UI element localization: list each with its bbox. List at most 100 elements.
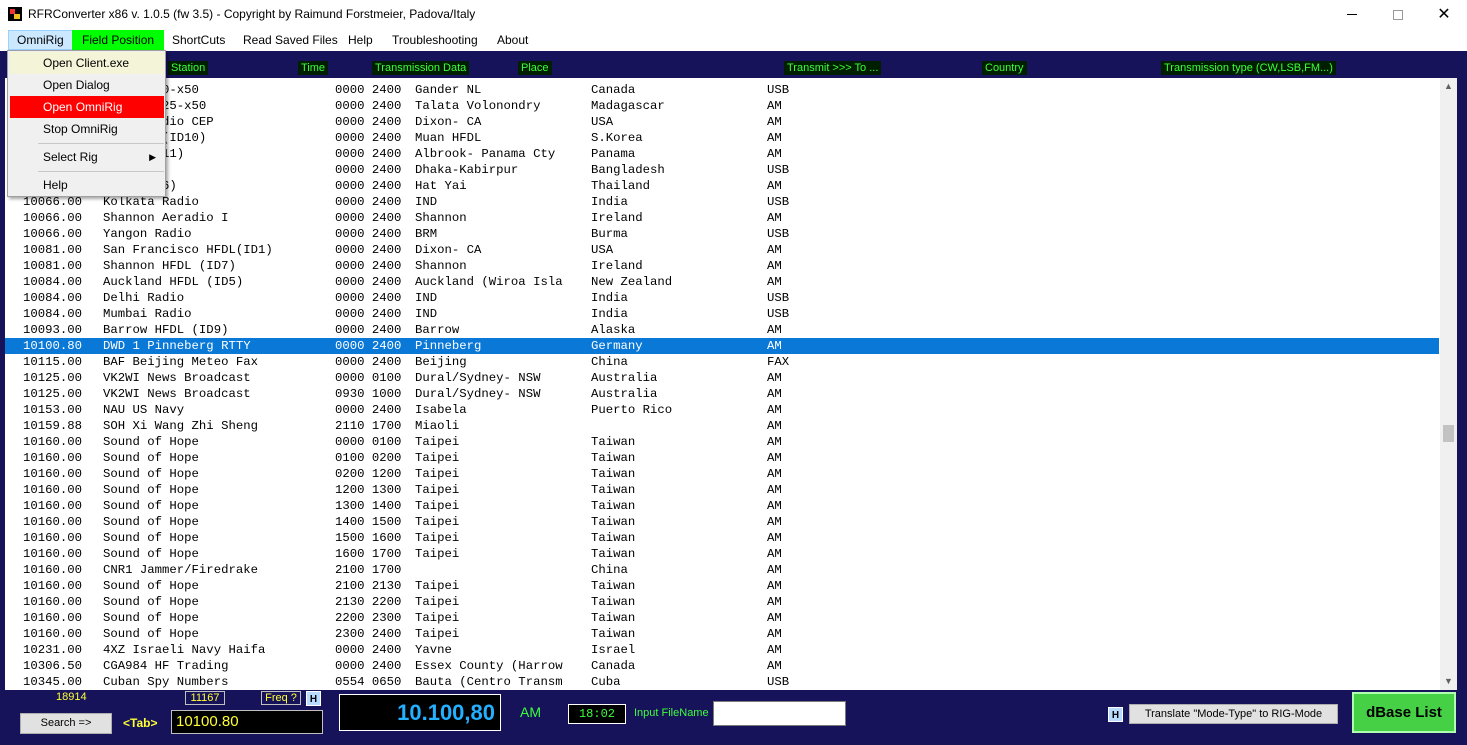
- table-row[interactable]: 10160.00 Sound of Hope 1300 1400 Taipei Taiw…: [5, 498, 1439, 514]
- frequency-display: 10.100,80: [339, 694, 501, 731]
- table-row[interactable]: 10066.00 Yangon Radio 0000 2400 BRM Burma USB: [5, 226, 1439, 242]
- scroll-down-icon[interactable]: ▼: [1440, 673, 1457, 690]
- minimize-button[interactable]: [1329, 0, 1375, 29]
- header-transmit-to[interactable]: Transmit >>> To ...: [784, 61, 882, 75]
- menu-read-saved-files[interactable]: Read Saved Files: [235, 30, 346, 50]
- menu-shortcuts[interactable]: ShortCuts: [164, 30, 233, 50]
- table-row[interactable]: 10160.00 Sound of Hope 2130 2200 Taipei Taiw…: [5, 594, 1439, 610]
- table-row[interactable]: 10084.00 Mumbai Radio 0000 2400 IND India USB: [5, 306, 1439, 322]
- title-bar: RFRConverter x86 v. 1.0.5 (fw 3.5) - Cop…: [0, 0, 1467, 29]
- table-row[interactable]: 10066.00 Shannon Aeradio I 0000 2400 Shanno…: [5, 210, 1439, 226]
- table-row[interactable]: 10160.00 Sound of Hope 1200 1300 Taipei Taiw…: [5, 482, 1439, 498]
- menu-stop-omnirig[interactable]: Stop OmniRig: [10, 118, 164, 140]
- h-button-left[interactable]: H: [306, 691, 321, 706]
- table-row[interactable]: 10345.00 Cuban Spy Numbers 0554 0650 Bauta …: [5, 674, 1439, 690]
- cell-mode: AM: [767, 563, 782, 577]
- vertical-scrollbar[interactable]: ▲ ▼: [1440, 78, 1457, 690]
- cell-freq: 10066.00: [23, 211, 83, 225]
- cell-station: Sound of Hope: [103, 483, 199, 497]
- maximize-icon: [1393, 9, 1403, 20]
- table-row[interactable]: 10125.00 VK2WI News Broadcast 0930 1000 Dur…: [5, 386, 1439, 402]
- header-transmission-data[interactable]: Transmission Data: [372, 61, 470, 75]
- table-row[interactable]: 10160.00 Sound of Hope 1500 1600 Taipei Taiw…: [5, 530, 1439, 546]
- table-row[interactable]: 10115.00 BAF Beijing Meteo Fax 0000 2400 Be…: [5, 354, 1439, 370]
- menu-select-rig[interactable]: Select Rig ▶: [10, 146, 164, 168]
- header-place[interactable]: Place: [518, 61, 552, 75]
- cell-station: BAF Beijing Meteo Fax: [103, 355, 258, 369]
- cell-country: Taiwan: [591, 627, 636, 641]
- table-row[interactable]: 10100.80 DWD 1 Pinneberg RTTY 0000 2400 Pin…: [5, 338, 1439, 354]
- table-row[interactable]: HFDL (ID11)0000 2400Albrook- Panama CtyP…: [5, 146, 1439, 162]
- table-row[interactable]: 10160.00 CNR1 Jammer/Firedrake 2100 1700 Ch…: [5, 562, 1439, 578]
- close-button[interactable]: ✕: [1421, 0, 1467, 29]
- table-row[interactable]: 10081.00 San Francisco HFDL(ID1) 0000 2400…: [5, 242, 1439, 258]
- cell-time: 0000 0100: [335, 435, 402, 449]
- table-row[interactable]: 10084.00 Auckland HFDL (ID5) 0000 2400 Auck…: [5, 274, 1439, 290]
- table-row[interactable]: HFDL (ID6)0000 2400Hat YaiThailandAM: [5, 178, 1439, 194]
- scroll-up-icon[interactable]: ▲: [1440, 78, 1457, 95]
- menu-help[interactable]: Help: [340, 30, 381, 50]
- table-row[interactable]: 10231.00 4XZ Israeli Navy Haifa 0000 2400 Y…: [5, 642, 1439, 658]
- cell-country: Taiwan: [591, 547, 636, 561]
- cell-mode: AM: [767, 579, 782, 593]
- cell-mode: USB: [767, 163, 790, 177]
- header-time[interactable]: Time: [298, 61, 329, 75]
- menu-omnirig[interactable]: OmniRig: [8, 30, 73, 50]
- table-row[interactable]: 10125.00 VK2WI News Broadcast 0000 0100 Dur…: [5, 370, 1439, 386]
- table-row[interactable]: 10160.00 Sound of Hope 2100 2130 Taipei Taiw…: [5, 578, 1439, 594]
- cell-mode: USB: [767, 195, 790, 209]
- table-row[interactable]: 10153.00 NAU US Navy 0000 2400 Isabela Puert…: [5, 402, 1439, 418]
- scroll-thumb[interactable]: [1443, 425, 1454, 442]
- table-row[interactable]: 10160.00 Sound of Hope 0100 0200 Taipei Taiw…: [5, 450, 1439, 466]
- cell-place: Pinneberg: [415, 339, 482, 353]
- cell-time: 2130 2200: [335, 595, 402, 609]
- maximize-button[interactable]: [1375, 0, 1421, 29]
- input-filename-field[interactable]: [713, 701, 846, 726]
- table-row[interactable]: 10160.00 Sound of Hope 2300 2400 Taipei Taiw…: [5, 626, 1439, 642]
- cell-freq: 10066.00: [23, 227, 83, 241]
- header-station[interactable]: Station: [168, 61, 209, 75]
- menu-field-position[interactable]: Field Position: [72, 30, 165, 50]
- cell-station: DWD 1 Pinneberg RTTY: [103, 339, 251, 353]
- frequency-input[interactable]: 10100.80: [171, 710, 323, 734]
- table-row[interactable]: 10306.50 CGA984 HF Trading 0000 2400 Essex …: [5, 658, 1439, 674]
- cell-station: SOH Xi Wang Zhi Sheng: [103, 419, 258, 433]
- h-button-right[interactable]: H: [1108, 707, 1123, 722]
- cell-place: IND: [415, 307, 438, 321]
- cell-country: India: [591, 291, 628, 305]
- cell-station: Yangon Radio: [103, 227, 192, 241]
- freq-query-button[interactable]: Freq ?: [261, 691, 301, 705]
- cell-freq: 10160.00: [23, 451, 83, 465]
- table-row[interactable]: 10066.00 Kolkata Radio 0000 2400 IND India US…: [5, 194, 1439, 210]
- header-transmission-type[interactable]: Transmission type (CW,LSB,FM...): [1161, 61, 1336, 75]
- table-row[interactable]: dio0000 2400Dhaka-KabirpurBangladeshUSB: [5, 162, 1439, 178]
- table-row[interactable]: 10081.00 Shannon HFDL (ID7) 0000 2400 Shann…: [5, 258, 1439, 274]
- dbase-list-button[interactable]: dBase List: [1352, 692, 1456, 733]
- search-button[interactable]: Search =>: [20, 713, 112, 734]
- table-row[interactable]: 10160.00 Sound of Hope 0200 1200 Taipei Taiw…: [5, 466, 1439, 482]
- table-row[interactable]: 10160.00 Sound of Hope 1600 1700 Taipei Taiw…: [5, 546, 1439, 562]
- translate-mode-button[interactable]: Translate "Mode-Type" to RIG-Mode: [1129, 704, 1338, 724]
- menu-open-dialog[interactable]: Open Dialog: [10, 74, 164, 96]
- menu-troubleshooting[interactable]: Troubleshooting: [384, 30, 486, 50]
- table-row[interactable]: 10160.00 Sound of Hope 2200 2300 Taipei Taiw…: [5, 610, 1439, 626]
- frequency-list[interactable]: olmet x20-x500000 2400Gander NLCanadaUSB…: [5, 78, 1457, 690]
- table-row[interactable]: 10160.00 Sound of Hope 0000 0100 Taipei Taiw…: [5, 434, 1439, 450]
- table-row[interactable]: an HFDL (ID10)0000 2400Muan HFDLS.KoreaA…: [5, 130, 1439, 146]
- menu-dropdown-help[interactable]: Help: [10, 174, 164, 196]
- cell-time: 2100 2130: [335, 579, 402, 593]
- menu-about[interactable]: About: [489, 30, 536, 50]
- table-row[interactable]: 10159.88 SOH Xi Wang Zhi Sheng 2110 1700 Mi…: [5, 418, 1439, 434]
- cell-station: VK2WI News Broadcast: [103, 387, 251, 401]
- menu-open-client[interactable]: Open Client.exe: [10, 52, 164, 74]
- cell-mode: AM: [767, 259, 782, 273]
- table-row[interactable]: olmet x20-x500000 2400Gander NLCanadaUSB: [5, 82, 1439, 98]
- table-row[interactable]: 10093.00 Barrow HFDL (ID9) 0000 2400 Barrow…: [5, 322, 1439, 338]
- header-country[interactable]: Country: [982, 61, 1027, 75]
- cell-station: CGA984 HF Trading: [103, 659, 229, 673]
- table-row[interactable]: 10084.00 Delhi Radio 0000 2400 IND India USB: [5, 290, 1439, 306]
- table-row[interactable]: 10160.00 Sound of Hope 1400 1500 Taipei Taiw…: [5, 514, 1439, 530]
- table-row[interactable]: cisco Radio CEP0000 2400Dixon- CAUSAAM: [5, 114, 1439, 130]
- menu-open-omnirig[interactable]: Open OmniRig: [10, 96, 164, 118]
- table-row[interactable]: Volmet x25-x500000 2400Talata Volonondry…: [5, 98, 1439, 114]
